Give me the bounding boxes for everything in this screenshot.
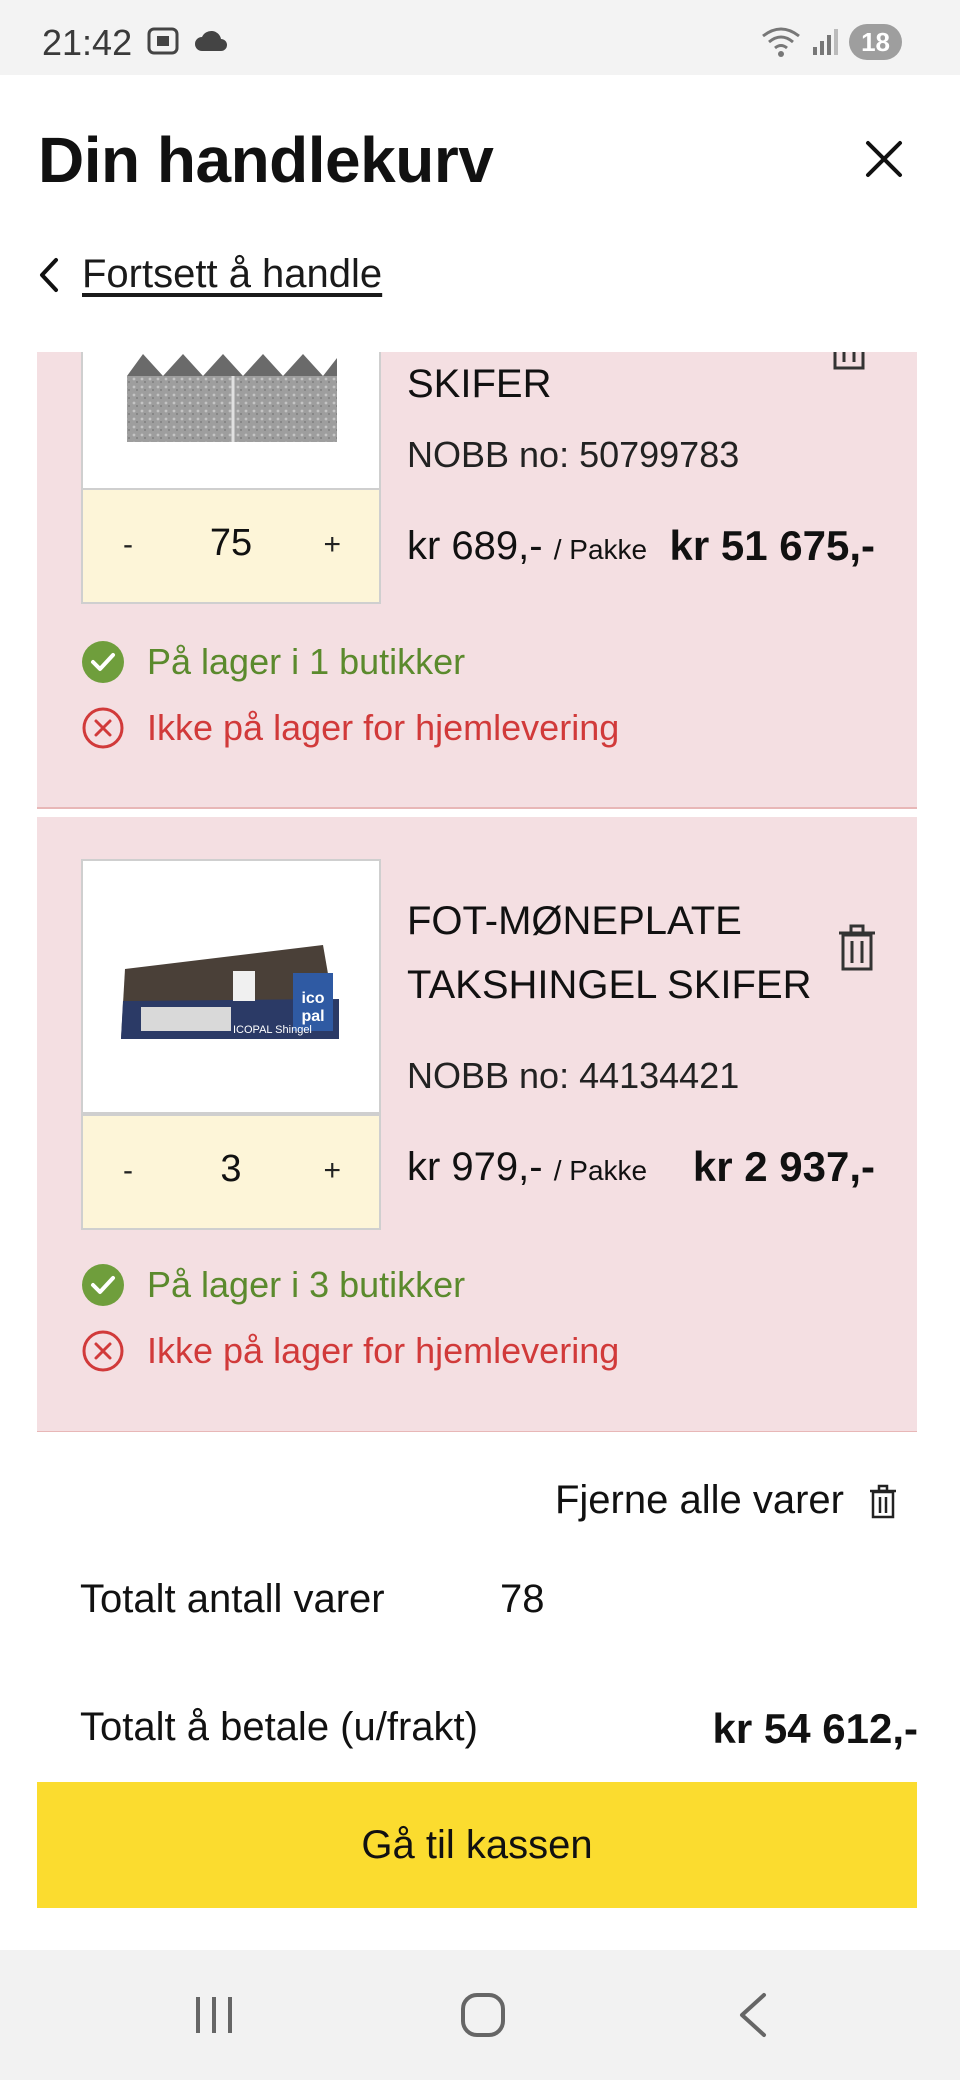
screenshot-icon — [147, 27, 179, 55]
store-stock-status: På lager i 1 butikker — [81, 640, 465, 684]
total-pay-label: Totalt å betale (u/frakt) — [80, 1705, 478, 1749]
unit-price: kr 979,- / Pakke — [407, 1145, 647, 1190]
unit-label: / Pakke — [553, 1155, 648, 1186]
product-image-brand: ICOPAL Shingel — [233, 1024, 312, 1036]
product-image — [81, 352, 381, 490]
signal-icon — [813, 29, 839, 55]
system-navigation-bar — [0, 1950, 960, 2080]
product-image: ico pal ICOPAL Shingel — [81, 859, 381, 1114]
check-circle-icon — [82, 641, 124, 683]
unit-price: kr 689,- / Pakke — [407, 524, 647, 569]
remove-all-label: Fjerne alle varer — [554, 1478, 844, 1522]
home-icon[interactable] — [459, 1991, 507, 2039]
close-icon[interactable] — [862, 137, 906, 181]
cart-header: Din handlekurv Fortsett å handle — [0, 75, 960, 350]
product-name[interactable]: FOT-MØNEPLATE TAKSHINGEL SKIFER — [407, 889, 827, 1017]
recent-apps-icon[interactable] — [192, 1993, 236, 2037]
product-name-line2: TAKSHINGEL SKIFER — [407, 963, 812, 1007]
product-nobb-number: NOBB no: 44134421 — [407, 1055, 740, 1096]
increase-quantity-button[interactable]: + — [323, 1154, 341, 1188]
delivery-stock-label: Ikke på lager for hjemlevering — [147, 707, 620, 748]
increase-quantity-button[interactable]: + — [323, 528, 341, 562]
line-total: kr 51 675,- — [669, 522, 876, 569]
check-circle-icon — [82, 1264, 124, 1306]
delivery-stock-label: Ikke på lager for hjemlevering — [147, 1330, 620, 1371]
page-title: Din handlekurv — [38, 124, 494, 196]
store-stock-label: På lager i 3 butikker — [147, 1264, 466, 1305]
quantity-stepper[interactable]: - 75 + — [81, 488, 381, 604]
svg-text:pal: pal — [301, 1008, 324, 1025]
total-pay-value: kr 54 612,- — [712, 1705, 919, 1752]
product-name[interactable]: SKIFER — [407, 352, 827, 416]
status-time: 21:42 — [42, 22, 133, 63]
remove-all-button[interactable]: Fjerne alle varer — [555, 1478, 898, 1523]
delivery-stock-status: Ikke på lager for hjemlevering — [81, 706, 619, 750]
store-stock-status: På lager i 3 butikker — [81, 1263, 465, 1307]
chevron-left-icon — [40, 257, 58, 292]
status-bar: 21:42 18 — [0, 0, 960, 75]
trash-icon[interactable] — [827, 352, 871, 372]
battery-indicator: 18 — [849, 24, 902, 60]
line-total: kr 2 937,- — [692, 1143, 875, 1190]
wifi-icon — [762, 27, 800, 57]
svg-text:ico: ico — [301, 990, 324, 1007]
continue-shopping-link[interactable]: Fortsett å handle — [38, 252, 382, 297]
trash-icon[interactable] — [835, 921, 879, 973]
x-circle-icon — [82, 707, 124, 749]
cart-item: - 75 + SKIFER NOBB no: 50799783 kr 689,-… — [37, 352, 917, 809]
delivery-stock-status: Ikke på lager for hjemlevering — [81, 1329, 619, 1373]
continue-shopping-label: Fortsett å handle — [82, 252, 383, 296]
product-name-line1: FOT-MØNEPLATE — [407, 899, 742, 943]
x-circle-icon — [82, 1330, 124, 1372]
unit-label: / Pakke — [553, 534, 648, 565]
total-items-value: 78 — [500, 1577, 545, 1621]
back-icon[interactable] — [736, 1991, 768, 2039]
trash-icon — [870, 1484, 896, 1518]
total-items-label: Totalt antall varer — [80, 1577, 385, 1621]
cart-item-list[interactable]: - 75 + SKIFER NOBB no: 50799783 kr 689,-… — [37, 352, 917, 1432]
unit-price-value: kr 689,- — [407, 524, 543, 568]
product-nobb-number: NOBB no: 50799783 — [407, 434, 740, 475]
unit-price-value: kr 979,- — [407, 1145, 543, 1189]
cloud-icon — [195, 30, 227, 51]
store-stock-label: På lager i 1 butikker — [147, 641, 466, 682]
checkout-button[interactable]: Gå til kassen — [37, 1782, 917, 1908]
cart-item: ico pal ICOPAL Shingel - 3 + FOT-MØNEPLA… — [37, 817, 917, 1432]
quantity-stepper[interactable]: - 3 + — [81, 1114, 381, 1230]
